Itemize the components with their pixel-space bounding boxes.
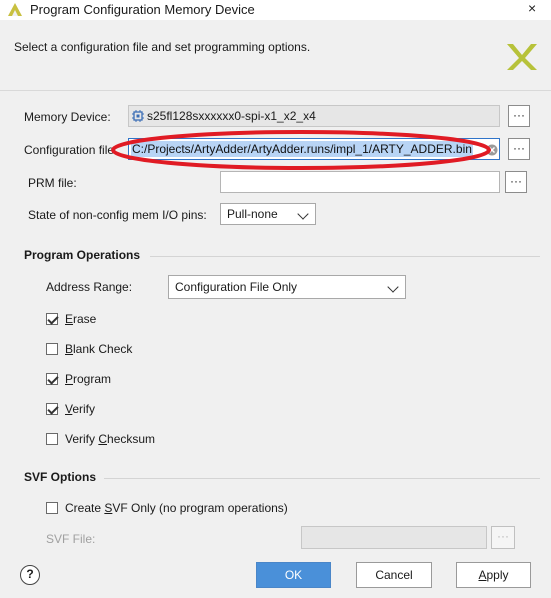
address-range-value: Configuration File Only (175, 280, 298, 294)
program-operations-heading: Program Operations (24, 248, 141, 262)
vendor-logo-icon (507, 44, 537, 70)
help-button[interactable]: ? (20, 565, 40, 585)
svf-file-browse-button: ··· (491, 526, 515, 549)
address-range-select[interactable]: Configuration File Only (168, 275, 406, 299)
state-pins-label: State of non-config mem I/O pins: (28, 208, 207, 222)
section-divider (150, 256, 540, 257)
window-title: Program Configuration Memory Device (30, 2, 255, 17)
memory-device-browse-button[interactable]: ··· (508, 105, 530, 127)
dialog-header (0, 20, 551, 91)
state-pins-value: Pull-none (227, 207, 278, 221)
close-icon[interactable]: × (528, 0, 536, 16)
blank-check-label: Blank Check (65, 342, 133, 356)
chevron-down-icon (387, 281, 399, 293)
app-logo-icon (8, 3, 22, 16)
svf-file-input (301, 526, 487, 549)
erase-checkbox[interactable] (46, 313, 58, 325)
memory-device-label: Memory Device: (24, 110, 111, 124)
verify-checkbox[interactable] (46, 403, 58, 415)
highlight-ellipse (111, 130, 491, 170)
cancel-button[interactable]: Cancel (356, 562, 432, 588)
prm-file-browse-button[interactable]: ··· (505, 171, 527, 193)
chevron-down-icon (297, 208, 309, 220)
create-svf-label: Create SVF Only (no program operations) (65, 501, 288, 515)
state-pins-select[interactable]: Pull-none (220, 203, 316, 225)
svf-file-label: SVF File: (46, 532, 96, 546)
create-svf-checkbox[interactable] (46, 502, 58, 514)
program-checkbox[interactable] (46, 373, 58, 385)
chip-icon (132, 110, 144, 122)
ok-button[interactable]: OK (256, 562, 331, 588)
config-file-browse-button[interactable]: ··· (508, 138, 530, 160)
verify-label: Verify (65, 402, 96, 416)
memory-device-value: s25fl128sxxxxxx0-spi-x1_x2_x4 (147, 109, 316, 123)
config-file-label: Configuration file: (24, 143, 118, 157)
verify-checksum-label: Verify Checksum (65, 432, 156, 446)
verify-checksum-checkbox[interactable] (46, 433, 58, 445)
apply-button[interactable]: Apply (456, 562, 531, 588)
section-divider (104, 478, 540, 479)
prm-file-label: PRM file: (28, 176, 77, 190)
dialog-subtitle: Select a configuration file and set prog… (14, 40, 311, 54)
prm-file-input[interactable] (220, 171, 500, 193)
blank-check-checkbox[interactable] (46, 343, 58, 355)
svf-options-heading: SVF Options (24, 470, 96, 484)
memory-device-field: s25fl128sxxxxxx0-spi-x1_x2_x4 (128, 105, 500, 127)
program-label: Program (65, 372, 112, 386)
erase-label: Erase (65, 312, 97, 326)
address-range-label: Address Range: (46, 280, 133, 294)
